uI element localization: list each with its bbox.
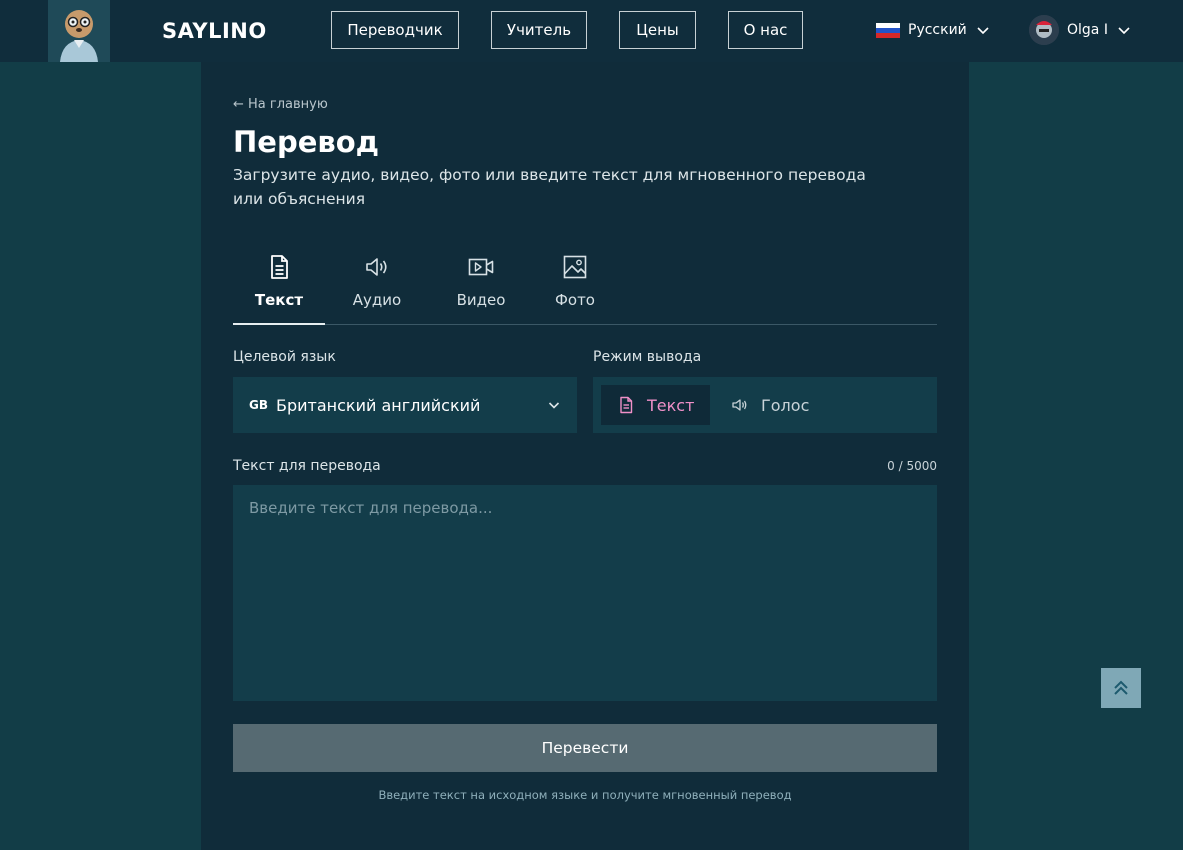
chevron-down-icon	[977, 27, 989, 35]
tab-label: Видео	[456, 291, 506, 309]
language-selector[interactable]: Русский	[876, 16, 991, 44]
mascot-logo[interactable]	[48, 0, 110, 62]
output-mode-text-button[interactable]: Текст	[601, 385, 711, 425]
nav-teacher[interactable]: Учитель	[491, 11, 587, 49]
text-to-translate-label: Текст для перевода	[233, 458, 381, 474]
nav-about[interactable]: О нас	[728, 11, 803, 49]
output-mode-text-label: Текст	[647, 395, 695, 415]
target-language-value: Британский английский	[276, 395, 481, 415]
page-title: Перевод	[233, 125, 380, 159]
translate-button[interactable]: Перевести	[233, 724, 937, 772]
text-to-translate-input[interactable]	[233, 485, 937, 701]
input-type-tabs: Текст Аудио Видео Фото	[233, 242, 937, 325]
target-language-select[interactable]: GB Британский английский	[233, 377, 577, 433]
speaker-icon	[732, 399, 747, 411]
output-mode-voice-label: Голос	[761, 395, 810, 415]
tab-audio[interactable]: Аудио	[331, 242, 423, 325]
character-counter: 0 / 5000	[887, 459, 937, 473]
back-to-home-link[interactable]: ← На главную	[233, 97, 328, 112]
scroll-to-top-button[interactable]	[1101, 668, 1141, 708]
image-icon	[563, 255, 587, 279]
tab-text[interactable]: Текст	[233, 242, 325, 325]
brand-name[interactable]: SAYLINO	[162, 17, 267, 45]
tab-photo[interactable]: Фото	[529, 242, 621, 325]
output-mode-toggle: Текст Голос	[593, 377, 937, 433]
avatar	[1029, 15, 1059, 45]
speaker-icon	[366, 258, 387, 276]
output-mode-label: Режим вывода	[593, 349, 702, 365]
target-language-label: Целевой язык	[233, 349, 336, 365]
russia-flag-icon	[876, 22, 900, 38]
double-chevron-up-icon	[1114, 680, 1128, 695]
language-label: Русский	[908, 22, 967, 38]
helper-hint: Введите текст на исходном языке и получи…	[378, 788, 792, 802]
tab-video[interactable]: Видео	[435, 242, 527, 325]
user-menu[interactable]: Olga I	[1029, 14, 1132, 46]
chevron-down-icon	[1118, 27, 1130, 35]
translation-panel: ← На главную Перевод Загрузите аудио, ви…	[201, 62, 969, 850]
document-icon	[271, 255, 288, 279]
language-code: GB	[249, 398, 268, 412]
document-icon	[620, 396, 633, 414]
top-header: SAYLINO Переводчик Учитель Цены О нас Ру…	[0, 0, 1183, 62]
user-name: Olga I	[1067, 22, 1108, 38]
tab-label: Фото	[554, 291, 595, 309]
nav-pricing[interactable]: Цены	[619, 11, 696, 49]
output-mode-voice-button[interactable]: Голос	[715, 385, 825, 425]
nav-translator[interactable]: Переводчик	[331, 11, 459, 49]
video-icon	[468, 258, 494, 276]
tab-label: Текст	[254, 291, 304, 309]
chevron-down-icon	[548, 402, 560, 409]
tab-label: Аудио	[352, 291, 402, 309]
page-subtitle: Загрузите аудио, видео, фото или введите…	[233, 166, 866, 208]
